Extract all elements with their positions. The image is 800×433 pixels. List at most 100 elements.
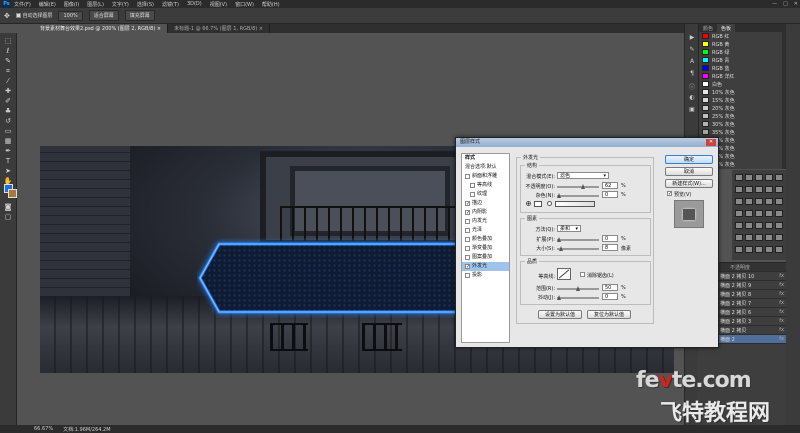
style-preset[interactable] <box>765 210 773 217</box>
style-checkbox[interactable] <box>465 228 470 233</box>
style-preset[interactable] <box>745 198 753 205</box>
solid-color-radio[interactable] <box>526 201 531 206</box>
glow-color-swatch[interactable] <box>534 201 542 207</box>
antialias-checkbox[interactable] <box>580 272 585 277</box>
fx-icon[interactable]: fx <box>779 273 786 279</box>
style-item[interactable]: 斜面和浮雕 <box>462 172 509 181</box>
cancel-button[interactable]: 取消 <box>665 167 713 176</box>
opacity-slider[interactable] <box>557 184 599 189</box>
stamp-tool-icon[interactable]: ♣ <box>3 107 13 116</box>
swatch-item[interactable]: 35% 灰色 <box>699 128 786 136</box>
style-item[interactable]: 投影 <box>462 271 509 280</box>
swatch-item[interactable]: RGB 红 <box>699 32 786 40</box>
style-item[interactable]: 内阴影 <box>462 208 509 217</box>
style-checkbox[interactable] <box>465 237 470 242</box>
swatch-item[interactable]: 10% 灰色 <box>699 88 786 96</box>
style-preset[interactable] <box>745 174 753 181</box>
auto-select-checkbox[interactable]: 自动选择图层 <box>15 12 52 19</box>
crop-tool-icon[interactable]: ⌗ <box>3 67 13 76</box>
style-preset[interactable] <box>735 234 743 241</box>
tab-color[interactable]: 颜色 <box>699 24 717 32</box>
zoom-level[interactable]: 66.67% <box>34 426 53 432</box>
size-input[interactable]: 8 <box>602 244 618 251</box>
style-preset[interactable] <box>775 246 783 253</box>
swatch-item[interactable]: 30% 灰色 <box>699 120 786 128</box>
gradient-tool-icon[interactable]: ▦ <box>3 137 13 146</box>
make-default-button[interactable]: 设置为默认值 <box>538 310 582 319</box>
noise-slider[interactable] <box>557 193 599 198</box>
style-checkbox[interactable] <box>465 246 470 251</box>
style-preset[interactable] <box>765 222 773 229</box>
menu-item-6[interactable]: 滤镜(T) <box>162 1 179 8</box>
quick-select-tool-icon[interactable]: ✎ <box>3 57 13 66</box>
style-preset[interactable] <box>745 186 753 193</box>
style-preset[interactable] <box>775 234 783 241</box>
style-checkbox[interactable] <box>470 183 475 188</box>
style-preset[interactable] <box>745 210 753 217</box>
style-item[interactable]: 描边 <box>462 199 509 208</box>
style-preset[interactable] <box>765 174 773 181</box>
swatch-item[interactable]: RGB 青 <box>699 56 786 64</box>
style-item[interactable]: 样式 <box>462 154 509 163</box>
style-preset[interactable] <box>775 186 783 193</box>
contour-picker-icon[interactable] <box>557 268 571 280</box>
style-preset[interactable] <box>775 222 783 229</box>
style-checkbox[interactable] <box>465 219 470 224</box>
swatch-item[interactable]: 25% 灰色 <box>699 112 786 120</box>
lasso-tool-icon[interactable]: ℓ <box>3 47 13 56</box>
style-preset[interactable] <box>765 234 773 241</box>
style-item[interactable]: 纹理 <box>462 190 509 199</box>
gradient-radio[interactable] <box>547 201 552 206</box>
style-preset[interactable] <box>755 174 763 181</box>
style-preset[interactable] <box>755 222 763 229</box>
spread-slider[interactable] <box>557 237 599 242</box>
style-preset[interactable] <box>775 174 783 181</box>
swatch-item[interactable]: RGB 洋红 <box>699 72 786 80</box>
screen-mode-icon[interactable]: ▢ <box>3 213 13 222</box>
fit-screen-button[interactable]: 适合屏幕 <box>88 10 119 21</box>
maximize-icon[interactable]: □ <box>783 1 788 7</box>
eyedropper-tool-icon[interactable]: ⁄ <box>3 77 13 86</box>
ok-button[interactable]: 确定 <box>665 155 713 164</box>
tab-document-1[interactable]: 背景素材舞台效果2.psd @ 200% (图层 2, RGB/8) × <box>34 24 169 33</box>
style-item[interactable]: 渐变叠加 <box>462 244 509 253</box>
style-preset[interactable] <box>735 222 743 229</box>
size-slider[interactable] <box>557 246 599 251</box>
jitter-slider[interactable] <box>557 295 599 300</box>
style-preset[interactable] <box>755 198 763 205</box>
swatch-item[interactable]: RGB 黄 <box>699 40 786 48</box>
style-preset[interactable] <box>735 246 743 253</box>
jitter-input[interactable]: 0 <box>602 293 618 300</box>
range-slider[interactable] <box>557 286 599 291</box>
fx-icon[interactable]: fx <box>779 282 786 288</box>
menu-item-4[interactable]: 文字(Y) <box>112 1 129 8</box>
fx-icon[interactable]: fx <box>779 336 786 342</box>
style-checkbox[interactable] <box>465 210 470 215</box>
style-checkbox[interactable] <box>465 264 470 269</box>
history-brush-tool-icon[interactable]: ↺ <box>3 117 13 126</box>
tab-document-2[interactable]: 未标题-1 @ 66.7% (图层 1, RGB/8) × <box>168 24 270 33</box>
info-panel-icon[interactable]: ⓘ <box>687 82 697 91</box>
styles-panel-icon[interactable]: ▣ <box>687 106 697 114</box>
style-preset[interactable] <box>755 210 763 217</box>
menu-item-7[interactable]: 3D(D) <box>187 1 202 7</box>
close-icon[interactable]: ✕ <box>794 1 798 7</box>
menu-item-10[interactable]: 帮助(H) <box>262 1 280 8</box>
menu-item-0[interactable]: 文件(F) <box>14 1 31 8</box>
menu-item-9[interactable]: 窗口(W) <box>235 1 254 8</box>
style-item[interactable]: 混合选项:默认 <box>462 163 509 172</box>
swatch-item[interactable]: RGB 蓝 <box>699 64 786 72</box>
range-input[interactable]: 50 <box>602 284 618 291</box>
paragraph-panel-icon[interactable]: ¶ <box>687 70 697 78</box>
type-tool-icon[interactable]: T <box>3 157 13 166</box>
style-preset[interactable] <box>755 246 763 253</box>
style-checkbox[interactable] <box>465 273 470 278</box>
minimize-icon[interactable]: — <box>772 1 777 7</box>
style-preset[interactable] <box>735 210 743 217</box>
fx-icon[interactable]: fx <box>779 300 786 306</box>
style-preset[interactable] <box>775 198 783 205</box>
background-color-swatch[interactable] <box>8 189 17 198</box>
reset-default-button[interactable]: 复位为默认值 <box>587 310 631 319</box>
fx-icon[interactable]: fx <box>779 318 786 324</box>
preview-checkbox[interactable]: ✓ <box>667 191 672 197</box>
